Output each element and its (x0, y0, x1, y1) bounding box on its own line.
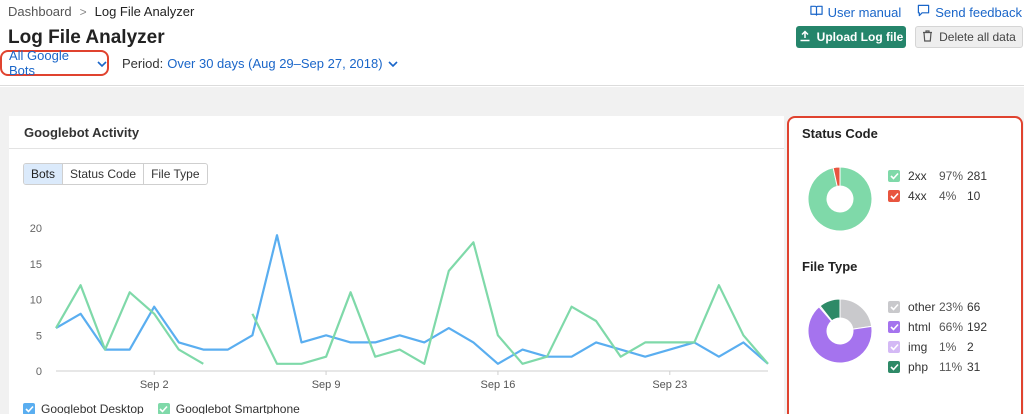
legend-label: 4xx (908, 189, 927, 203)
y-tick-label: 10 (30, 295, 42, 307)
x-tick-label: Sep 16 (480, 379, 515, 391)
status-code-legend: 2xx 97% 281 4xx 4% 10 (888, 166, 987, 206)
legend-row-php[interactable]: php 11% 31 (888, 357, 987, 377)
bots-filter-value: All Google Bots (9, 48, 69, 78)
activity-tabs: Bots Status Code File Type (23, 163, 208, 185)
legend-label: php (908, 360, 929, 374)
period-filter: Period: Over 30 days (Aug 29–Sep 27, 201… (122, 56, 398, 71)
user-manual-label: User manual (827, 4, 902, 20)
divider (9, 148, 784, 149)
upload-log-file-button[interactable]: Upload Log file (796, 26, 906, 48)
status-code-donut-chart (807, 166, 873, 232)
legend-googlebot-desktop[interactable]: Googlebot Desktop (23, 402, 144, 414)
checkbox-checked-icon (888, 361, 900, 373)
book-icon (809, 4, 823, 20)
y-tick-label: 15 (30, 259, 42, 271)
upload-label: Upload Log file (816, 30, 904, 44)
legend-count: 2 (967, 340, 974, 354)
upload-icon (799, 29, 811, 45)
breadcrumb-dashboard[interactable]: Dashboard (8, 4, 72, 19)
legend-label: 2xx (908, 169, 927, 183)
legend-percent: 66% (939, 320, 964, 334)
checkbox-checked-icon (888, 341, 900, 353)
googlebot-activity-card: Googlebot Activity Bots Status Code File… (9, 116, 784, 414)
x-tick-label: Sep 23 (652, 379, 687, 391)
checkbox-checked-icon (888, 321, 900, 333)
slice-other[interactable] (839, 298, 873, 330)
legend-row-other[interactable]: other 23% 66 (888, 297, 987, 317)
checkbox-checked-icon (888, 301, 900, 313)
page-header: Dashboard > Log File Analyzer Log File A… (0, 0, 1024, 86)
legend-row-4xx[interactable]: 4xx 4% 10 (888, 186, 987, 206)
legend-percent: 23% (939, 300, 964, 314)
legend-label: img (908, 340, 928, 354)
period-dropdown[interactable]: Over 30 days (Aug 29–Sep 27, 2018) (167, 56, 398, 71)
series-line-desktop[interactable] (55, 234, 769, 365)
checkbox-checked-icon (23, 403, 35, 414)
legend-percent: 4% (939, 189, 957, 203)
legend-label: html (908, 320, 931, 334)
legend-row-html[interactable]: html 66% 192 (888, 317, 987, 337)
chevron-down-icon (388, 56, 398, 71)
legend-desktop-label: Googlebot Desktop (41, 402, 144, 414)
bots-filter-dropdown[interactable]: All Google Bots (0, 48, 109, 78)
legend-count: 31 (967, 360, 981, 374)
legend-count: 192 (967, 320, 988, 334)
tab-bots[interactable]: Bots (24, 164, 64, 184)
legend-percent: 97% (939, 169, 964, 183)
y-tick-label: 20 (30, 223, 42, 235)
delete-all-data-button[interactable]: Delete all data (915, 26, 1023, 48)
legend-count: 281 (967, 169, 988, 183)
chart-legend: Googlebot Desktop Googlebot Smartphone (23, 402, 300, 414)
checkbox-checked-icon (157, 403, 170, 414)
y-tick-label: 0 (36, 366, 42, 378)
legend-row-img[interactable]: img 1% 2 (888, 337, 987, 357)
y-tick-label: 5 (36, 330, 42, 342)
checkbox-checked-icon (888, 170, 900, 182)
legend-percent: 11% (939, 360, 963, 374)
chat-bubble-icon (917, 4, 930, 20)
user-manual-link[interactable]: User manual (809, 4, 902, 20)
file-type-donut-chart (807, 298, 873, 364)
send-feedback-label: Send feedback (935, 4, 1022, 20)
legend-count: 66 (967, 300, 981, 314)
x-tick-label: Sep 2 (140, 379, 169, 391)
status-code-title: Status Code (802, 126, 878, 141)
trash-icon (922, 29, 933, 45)
legend-percent: 1% (939, 340, 957, 354)
file-type-legend: other 23% 66 html 66% 192 img 1% 2 php 11% 31 (888, 297, 987, 377)
legend-smartphone-label: Googlebot Smartphone (175, 402, 300, 414)
breadcrumb-separator: > (79, 4, 87, 19)
chevron-down-icon (97, 56, 107, 71)
legend-label: other (908, 300, 936, 314)
file-type-title: File Type (802, 259, 858, 274)
legend-row-2xx[interactable]: 2xx 97% 281 (888, 166, 987, 186)
checkbox-checked-icon (888, 190, 900, 202)
breadcrumb: Dashboard > Log File Analyzer (8, 4, 194, 19)
breakdown-panel: Status Code 2xx 97% 281 4xx 4% 10 File Type o… (787, 116, 1023, 414)
tab-file-type[interactable]: File Type (144, 164, 206, 184)
page-title: Log File Analyzer (8, 27, 165, 48)
delete-label: Delete all data (939, 30, 1016, 44)
series-line-smartphone[interactable] (55, 241, 769, 365)
activity-title: Googlebot Activity (24, 125, 140, 140)
activity-line-chart: 0 5 10 15 20 Sep 2 Sep 9 Sep 16 Sep 23 (30, 223, 769, 391)
x-tick-label: Sep 9 (312, 379, 341, 391)
period-label: Period: (122, 56, 164, 71)
tab-status-code[interactable]: Status Code (63, 164, 145, 184)
period-value: Over 30 days (Aug 29–Sep 27, 2018) (167, 56, 383, 71)
top-links: User manual Send feedback (809, 4, 1022, 20)
legend-googlebot-smartphone[interactable]: Googlebot Smartphone (157, 402, 300, 414)
legend-count: 10 (967, 189, 981, 203)
send-feedback-link[interactable]: Send feedback (917, 4, 1022, 20)
breadcrumb-current: Log File Analyzer (94, 4, 195, 19)
